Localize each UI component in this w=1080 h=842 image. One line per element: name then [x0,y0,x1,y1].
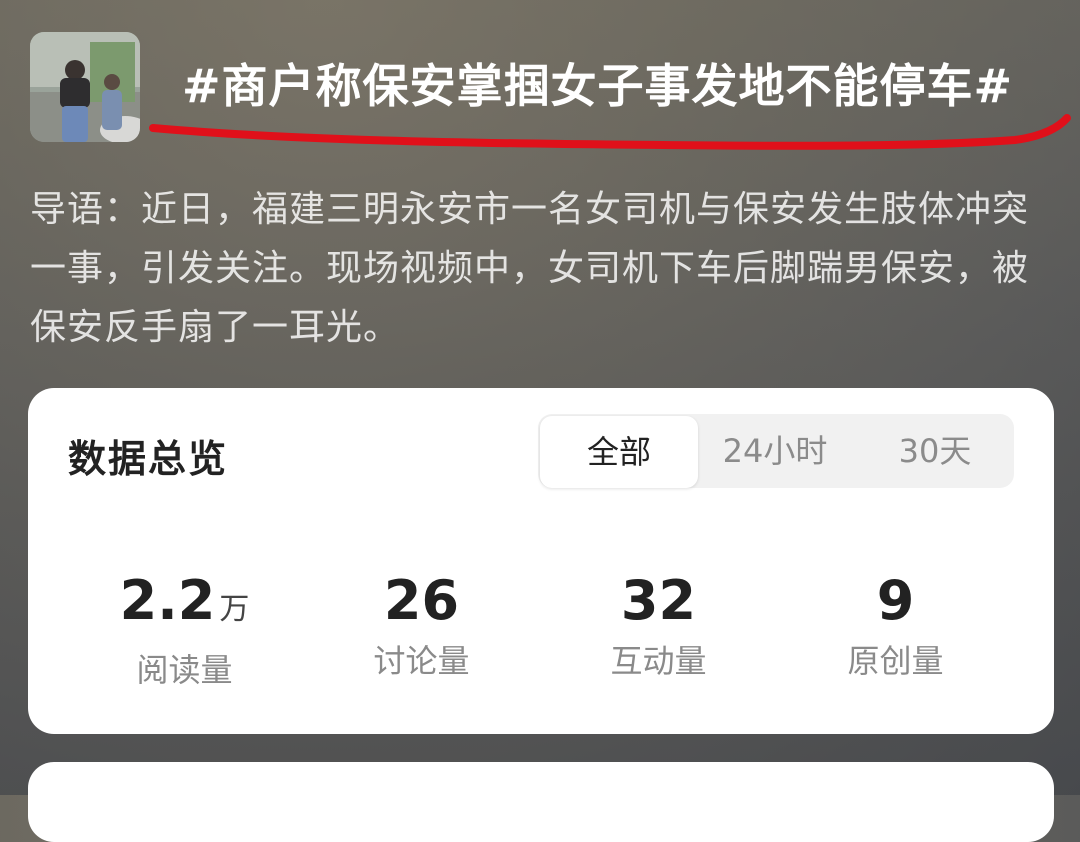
red-underline-mark [149,114,1071,150]
stat-original-value: 9 [876,569,915,632]
tab-24h[interactable]: 24小时 [696,414,854,488]
stat-original: 9 原创量 [777,570,1014,682]
stat-discussions: 26 讨论量 [303,570,540,682]
stat-discussions-value: 26 [383,569,460,632]
data-overview-card: 数据总览 全部 24小时 30天 2.2 万 阅读量 26 讨论量 32 互动量 … [28,388,1054,734]
stat-original-label: 原创量 [847,642,944,680]
card-title: 数据总览 [68,437,229,481]
topic-thumbnail-image[interactable] [30,32,140,142]
stat-reads-label: 阅读量 [136,651,233,689]
stat-interactions-value: 32 [620,569,697,632]
next-card [28,762,1054,842]
tab-30d[interactable]: 30天 [856,414,1014,488]
stat-discussions-label: 讨论量 [373,642,470,680]
tab-all[interactable]: 全部 [540,416,698,488]
stat-reads-unit: 万 [219,592,250,627]
stat-reads-value: 2.2 万 [119,569,250,632]
stat-interactions: 32 互动量 [540,570,777,682]
stat-reads: 2.2 万 阅读量 [66,570,303,691]
topic-title: #商户称保安掌掴女子事发地不能停车# [182,59,1014,113]
topic-intro: 导语：近日，福建三明永安市一名女司机与保安发生肢体冲突一事，引发关注。现场视频中… [30,189,1030,348]
stat-interactions-label: 互动量 [610,642,707,680]
time-range-selector: 全部 24小时 30天 [538,414,1014,488]
